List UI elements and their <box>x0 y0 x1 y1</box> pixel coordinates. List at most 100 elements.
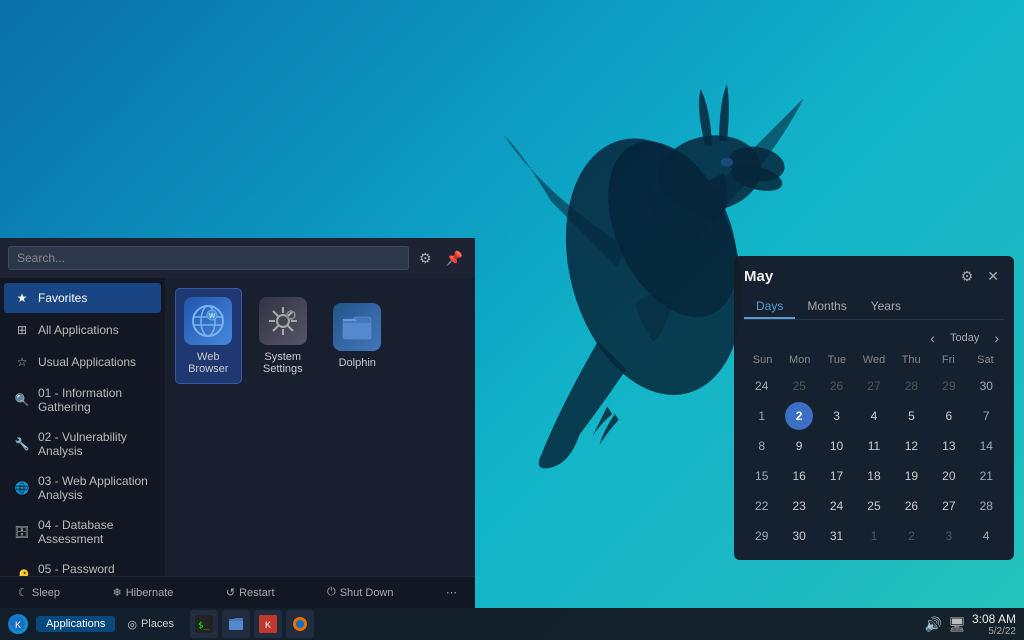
calendar-prev-button[interactable]: ‹ <box>925 328 940 348</box>
calendar-day[interactable]: 4 <box>860 402 888 430</box>
cal-tab-days[interactable]: Days <box>744 295 795 319</box>
calendar-day[interactable]: 5 <box>897 402 925 430</box>
day-header-mon: Mon <box>781 352 818 368</box>
calendar-day[interactable]: 30 <box>972 372 1000 400</box>
files-taskbar-button[interactable] <box>222 610 250 638</box>
calendar-next-button[interactable]: › <box>989 328 1004 348</box>
calendar-day[interactable]: 24 <box>748 372 776 400</box>
calendar-day[interactable]: 10 <box>823 432 851 460</box>
shutdown-button[interactable]: ⏻ Shut Down <box>321 583 400 602</box>
calendar-day[interactable]: 13 <box>935 432 963 460</box>
volume-icon[interactable]: 🔊 <box>925 616 942 633</box>
calendar-day[interactable]: 8 <box>748 432 776 460</box>
svg-text:K: K <box>265 620 271 630</box>
terminal-taskbar-button[interactable]: $_ <box>190 610 218 638</box>
sidebar-item-web-app[interactable]: 🌐 03 - Web Application Analysis <box>4 467 161 509</box>
calendar-day[interactable]: 7 <box>972 402 1000 430</box>
current-time: 3:08 AM <box>972 612 1016 626</box>
calendar-day[interactable]: 22 <box>748 492 776 520</box>
places-label: Places <box>141 618 174 630</box>
calendar-day[interactable]: 1 <box>860 522 888 550</box>
calendar-day[interactable]: 6 <box>935 402 963 430</box>
shutdown-label: Shut Down <box>340 587 394 599</box>
calendar-day[interactable]: 16 <box>785 462 813 490</box>
app-item-web-browser[interactable]: W Web Browser <box>175 288 242 384</box>
calendar-day[interactable]: 21 <box>972 462 1000 490</box>
day-header-sun: Sun <box>744 352 781 368</box>
places-icon: ◎ <box>127 618 137 631</box>
app-item-system-settings[interactable]: System Settings <box>250 288 317 384</box>
sidebar-item-all-applications[interactable]: ⊞ All Applications <box>4 315 161 345</box>
dolphin-label: Dolphin <box>339 357 376 369</box>
app-grid: W Web Browser <box>165 278 475 576</box>
sidebar-item-database[interactable]: 🗄 04 - Database Assessment <box>4 511 161 553</box>
search-input[interactable] <box>8 246 409 270</box>
calendar-day[interactable]: 29 <box>748 522 776 550</box>
cal-tab-years[interactable]: Years <box>859 295 913 319</box>
sidebar-item-usual-applications[interactable]: ☆ Usual Applications <box>4 347 161 377</box>
app-item-dolphin[interactable]: Dolphin <box>324 288 391 384</box>
filter-icon[interactable]: ⚙ <box>415 248 436 269</box>
calendar-day[interactable]: 31 <box>823 522 851 550</box>
calendar-day[interactable]: 3 <box>935 522 963 550</box>
calendar-day[interactable]: 3 <box>823 402 851 430</box>
sidebar-item-info-gathering[interactable]: 🔍 01 - Information Gathering <box>4 379 161 421</box>
kali-logo-taskbar-button[interactable]: K <box>254 610 282 638</box>
calendar-day[interactable]: 4 <box>972 522 1000 550</box>
applications-menu-button[interactable]: Applications <box>36 616 115 632</box>
calendar-day[interactable]: 27 <box>935 492 963 520</box>
sleep-icon: ☾ <box>18 586 28 599</box>
restart-button[interactable]: ↺ Restart <box>220 583 281 602</box>
calendar-day[interactable]: 24 <box>823 492 851 520</box>
calendar-day[interactable]: 14 <box>972 432 1000 460</box>
calendar-day[interactable]: 23 <box>785 492 813 520</box>
current-date: 5/2/22 <box>972 626 1016 637</box>
kali-menu-icon[interactable]: K <box>4 610 32 638</box>
calendar-day[interactable]: 28 <box>972 492 1000 520</box>
calendar-widget: May ⚙ ✕ Days Months Years ‹ Today › Sun … <box>734 256 1014 560</box>
calendar-day[interactable]: 18 <box>860 462 888 490</box>
calendar-day[interactable]: 27 <box>860 372 888 400</box>
web-app-label: 03 - Web Application Analysis <box>38 474 151 502</box>
hibernate-button[interactable]: ❄ Hibernate <box>106 583 179 602</box>
day-header-fri: Fri <box>930 352 967 368</box>
sleep-button[interactable]: ☾ Sleep <box>12 583 66 602</box>
calendar-day[interactable]: 1 <box>748 402 776 430</box>
info-gathering-icon: 🔍 <box>14 392 30 408</box>
calendar-day[interactable]: 19 <box>897 462 925 490</box>
calendar-day[interactable]: 25 <box>860 492 888 520</box>
calendar-day[interactable]: 30 <box>785 522 813 550</box>
sidebar-item-vuln-analysis[interactable]: 🔧 02 - Vulnerability Analysis <box>4 423 161 465</box>
calendar-day[interactable]: 26 <box>897 492 925 520</box>
cal-tab-months[interactable]: Months <box>795 295 858 319</box>
sidebar-item-password[interactable]: 🔑 05 - Password Attacks <box>4 555 161 576</box>
calendar-grid: Sun Mon Tue Wed Thu Fri Sat 242526272829… <box>744 352 1004 550</box>
calendar-day[interactable]: 17 <box>823 462 851 490</box>
calendar-day[interactable]: 26 <box>823 372 851 400</box>
calendar-day[interactable]: 9 <box>785 432 813 460</box>
calendar-day[interactable]: 28 <box>897 372 925 400</box>
firefox-taskbar-button[interactable] <box>286 610 314 638</box>
calendar-day[interactable]: 15 <box>748 462 776 490</box>
svg-text:K: K <box>15 620 21 630</box>
calendar-day[interactable]: 2 <box>785 402 813 430</box>
calendar-today-button[interactable]: Today <box>944 330 985 346</box>
password-label: 05 - Password Attacks <box>38 562 151 576</box>
calendar-settings-button[interactable]: ⚙ <box>956 266 979 287</box>
more-options-button[interactable]: ⋯ <box>440 583 463 602</box>
clock[interactable]: 3:08 AM 5/2/22 <box>972 612 1016 637</box>
sidebar-item-favorites[interactable]: ★ Favorites <box>4 283 161 313</box>
calendar-day[interactable]: 20 <box>935 462 963 490</box>
calendar-day[interactable]: 12 <box>897 432 925 460</box>
database-label: 04 - Database Assessment <box>38 518 151 546</box>
places-menu-button[interactable]: ◎ Places <box>119 616 182 633</box>
calendar-close-button[interactable]: ✕ <box>982 266 1004 287</box>
pin-icon[interactable]: 📌 <box>442 248 467 269</box>
calendar-day[interactable]: 2 <box>897 522 925 550</box>
calendar-day[interactable]: 29 <box>935 372 963 400</box>
calendar-day[interactable]: 25 <box>785 372 813 400</box>
svg-text:W: W <box>209 313 216 320</box>
calendar-day[interactable]: 11 <box>860 432 888 460</box>
network-icon[interactable]: 🖥 <box>948 616 966 633</box>
password-icon: 🔑 <box>14 568 30 576</box>
